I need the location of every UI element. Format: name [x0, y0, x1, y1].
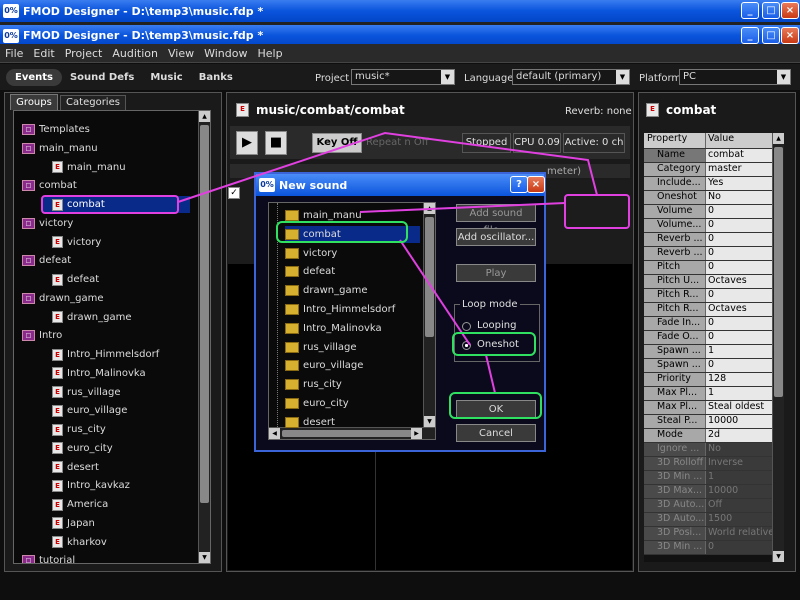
- annotation-box-combat: [41, 195, 179, 214]
- annotation-line: [399, 239, 471, 346]
- annotation-box-ok: [449, 392, 542, 419]
- annotation-line: [485, 354, 496, 394]
- annotation-overlay: [41, 131, 630, 419]
- annotation-box-property: [564, 194, 630, 229]
- annotation-box-folder: [276, 221, 408, 243]
- annotation-line: [177, 131, 598, 203]
- annotation-line: [359, 202, 566, 213]
